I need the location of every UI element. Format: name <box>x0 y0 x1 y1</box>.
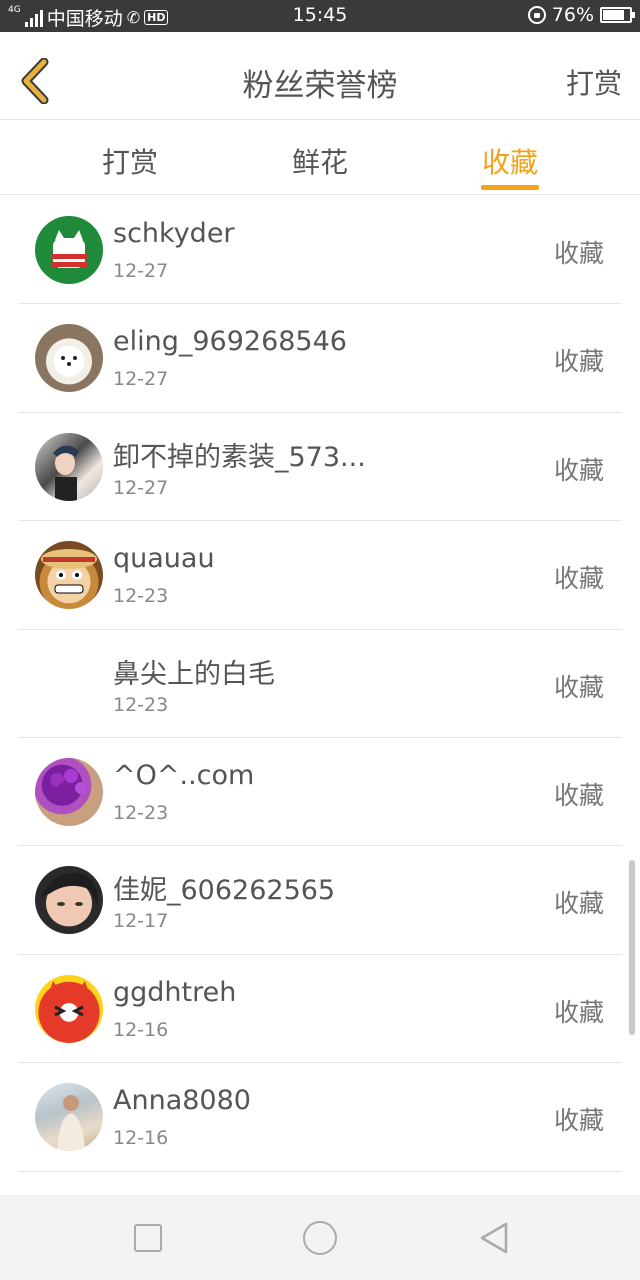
action-label: 收藏 <box>553 780 604 810</box>
user-name: ^O^..com <box>113 759 255 791</box>
list-item[interactable]: ggdhtreh 12-16 收藏 <box>18 955 622 1064</box>
avatar <box>35 757 103 826</box>
action-label: 收藏 <box>553 347 604 377</box>
date-label: 12-27 <box>113 368 169 391</box>
user-name: 卸不掉的素装_573... <box>113 441 366 473</box>
date-label: 12-17 <box>113 910 169 933</box>
tab-bar: 打赏 鲜花 收藏 <box>0 121 640 195</box>
user-name: ggdhtreh <box>113 976 237 1008</box>
action-label: 收藏 <box>553 672 604 702</box>
scrollbar[interactable] <box>629 860 635 1035</box>
back-triangle-icon[interactable] <box>478 1221 512 1255</box>
page-title: 粉丝荣誉榜 <box>242 68 398 104</box>
date-label: 12-27 <box>113 260 169 282</box>
user-name: 佳妮_606262565 <box>113 875 336 907</box>
user-name: Anna8080 <box>113 1085 251 1117</box>
avatar <box>35 866 103 935</box>
action-label: 收藏 <box>553 1106 604 1136</box>
battery-icon <box>600 7 635 23</box>
date-label: 12-27 <box>113 476 169 499</box>
recents-square-icon[interactable] <box>134 1224 162 1252</box>
list-item[interactable]: schkyder 12-27 收藏 <box>18 196 622 305</box>
reward-button[interactable]: 打赏 <box>566 62 622 102</box>
avatar <box>35 541 103 610</box>
rotation-lock-icon <box>527 6 546 24</box>
active-tab-indicator <box>481 185 539 190</box>
list-item[interactable]: 鼻尖上的白毛 12-23 收藏 <box>18 630 622 738</box>
date-label: 12-16 <box>113 1127 169 1150</box>
date-label: 12-23 <box>113 693 169 716</box>
list-item[interactable]: quauau 12-23 收藏 <box>18 521 622 630</box>
user-name: eling_969268546 <box>113 326 347 358</box>
status-bar: 4G 中国移动 ✆ HD 15:45 76% <box>0 0 640 32</box>
user-name: schkyder <box>113 218 235 249</box>
action-label: 收藏 <box>553 889 604 919</box>
action-label: 收藏 <box>553 239 604 268</box>
tab-favorites[interactable]: 收藏 <box>455 141 565 181</box>
fan-list: schkyder 12-27 收藏 eling_969268546 12-27 … <box>0 196 640 1172</box>
tab-flowers[interactable]: 鲜花 <box>265 141 375 181</box>
date-label: 12-23 <box>113 801 169 824</box>
avatar <box>35 650 103 718</box>
action-label: 收藏 <box>553 455 604 485</box>
action-label: 收藏 <box>553 997 604 1027</box>
date-label: 12-16 <box>113 1018 169 1041</box>
avatar <box>35 1083 103 1152</box>
list-item[interactable]: 卸不掉的素装_573... 12-27 收藏 <box>18 413 622 522</box>
user-name: quauau <box>113 543 215 575</box>
battery-level-fill <box>603 10 625 20</box>
avatar <box>35 324 103 393</box>
avatar <box>35 432 103 501</box>
title-bar: 粉丝荣誉榜 打赏 <box>0 32 640 120</box>
navigation-bar <box>0 1195 640 1280</box>
status-bar-right: 76% <box>527 4 635 26</box>
list-item[interactable]: ^O^..com 12-23 收藏 <box>18 738 622 847</box>
home-circle-icon[interactable] <box>303 1221 337 1255</box>
avatar <box>35 216 103 284</box>
battery-percent: 76% <box>551 4 594 26</box>
user-name: 鼻尖上的白毛 <box>113 658 275 690</box>
list-item[interactable]: Anna8080 12-16 收藏 <box>18 1063 622 1172</box>
avatar <box>35 974 103 1043</box>
date-label: 12-23 <box>113 585 169 608</box>
action-label: 收藏 <box>553 564 604 594</box>
list-item[interactable]: eling_969268546 12-27 收藏 <box>18 304 622 413</box>
list-item[interactable]: 佳妮_606262565 12-17 收藏 <box>18 846 622 955</box>
tab-reward[interactable]: 打赏 <box>75 141 185 181</box>
